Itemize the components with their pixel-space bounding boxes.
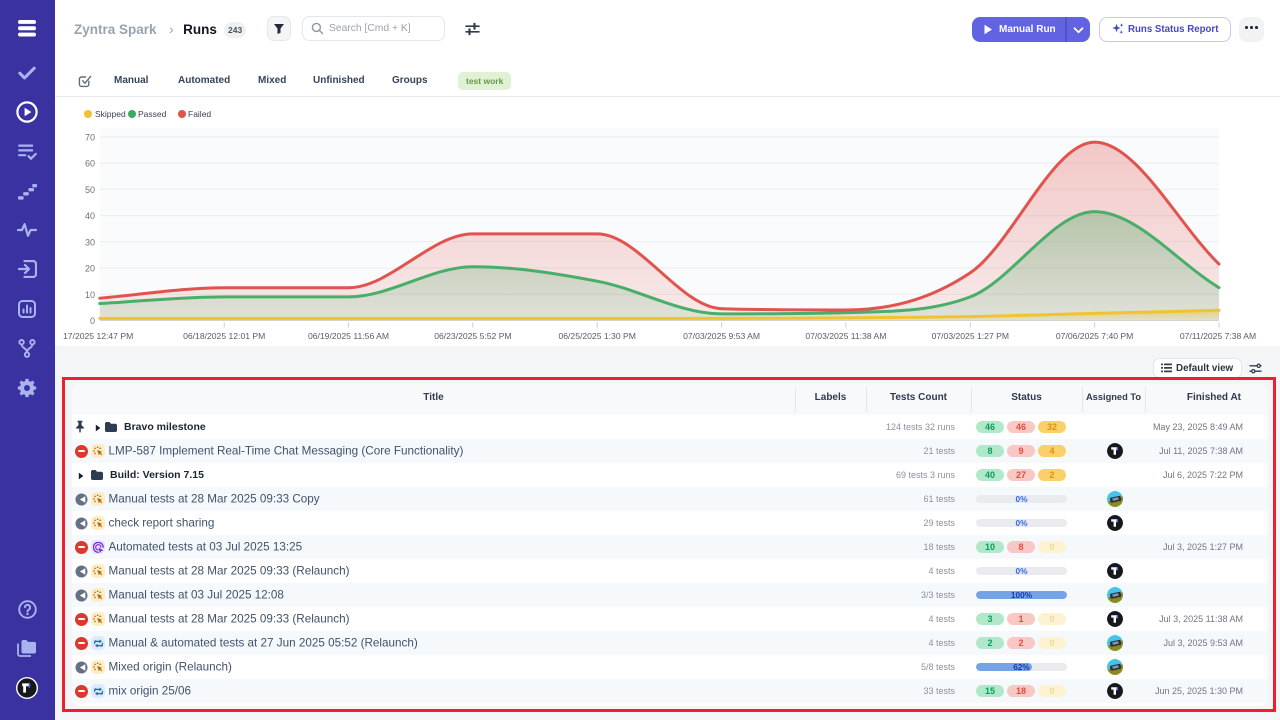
svg-text:17/2025 12:47 PM: 17/2025 12:47 PM: [63, 331, 133, 341]
svg-text:07/11/2025 7:38 AM: 07/11/2025 7:38 AM: [1180, 331, 1256, 341]
svg-text:60: 60: [85, 159, 95, 169]
svg-text:06/18/2025 12:01 PM: 06/18/2025 12:01 PM: [183, 331, 265, 341]
svg-text:10: 10: [85, 290, 95, 300]
svg-text:07/03/2025 11:38 AM: 07/03/2025 11:38 AM: [805, 331, 886, 341]
svg-text:20: 20: [85, 264, 95, 274]
svg-text:70: 70: [85, 132, 95, 142]
svg-text:07/03/2025 9:53 AM: 07/03/2025 9:53 AM: [683, 331, 760, 341]
svg-text:07/06/2025 7:40 PM: 07/06/2025 7:40 PM: [1056, 331, 1133, 341]
svg-text:06/23/2025 5:52 PM: 06/23/2025 5:52 PM: [434, 331, 511, 341]
svg-text:50: 50: [85, 185, 95, 195]
svg-text:0: 0: [90, 316, 95, 326]
svg-text:40: 40: [85, 211, 95, 221]
svg-text:06/25/2025 1:30 PM: 06/25/2025 1:30 PM: [558, 331, 635, 341]
svg-text:30: 30: [85, 237, 95, 247]
svg-text:06/19/2025 11:56 AM: 06/19/2025 11:56 AM: [308, 331, 389, 341]
svg-text:07/03/2025 1:27 PM: 07/03/2025 1:27 PM: [932, 331, 1009, 341]
